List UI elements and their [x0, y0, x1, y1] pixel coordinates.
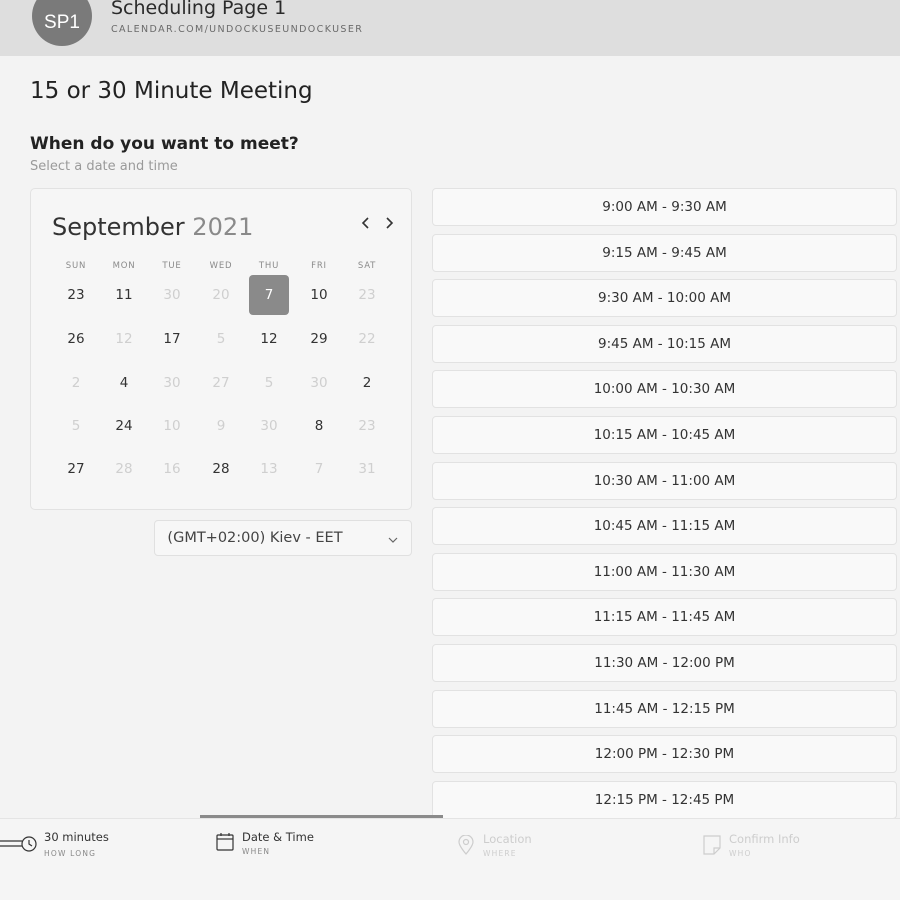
step-sublabel: HOW LONG	[44, 849, 97, 858]
time-slot-button[interactable]: 10:30 AM - 11:00 AM	[432, 461, 897, 500]
clock-icon	[0, 836, 37, 852]
time-slot-button[interactable]: 9:00 AM - 9:30 AM	[432, 188, 897, 226]
calendar-day: 30	[310, 375, 328, 391]
calendar-day: 12	[115, 331, 133, 347]
calendar-day: 31	[358, 461, 376, 477]
calendar-day[interactable]: 12	[249, 319, 289, 359]
weekday-header: WED	[209, 261, 233, 271]
calendar-year: 2021	[192, 213, 254, 241]
header-bar: SP1 Scheduling Page 1 CALENDAR.COM/UNDOC…	[0, 0, 900, 56]
step-sublabel: WHO	[729, 849, 752, 858]
chevron-left-icon[interactable]	[361, 215, 371, 235]
time-slot-button[interactable]: 12:00 PM - 12:30 PM	[432, 735, 897, 774]
calendar-month-year: September 2021	[52, 213, 253, 241]
calendar-day: 23	[358, 287, 376, 303]
calendar-day: 28	[115, 461, 133, 477]
time-slot-button[interactable]: 12:15 PM - 12:45 PM	[432, 780, 897, 819]
scheduling-page-url[interactable]: CALENDAR.COM/UNDOCKUSEUNDOCKUSER	[111, 24, 363, 35]
chevron-down-icon	[388, 537, 398, 543]
calendar-day: 9	[216, 418, 226, 434]
chevron-right-icon[interactable]	[384, 215, 394, 235]
weekday-header: THU	[258, 261, 280, 271]
weekday-header: SUN	[65, 261, 87, 271]
calendar-day: 5	[71, 418, 81, 434]
weekday-header: SAT	[357, 261, 377, 271]
step-footer	[0, 818, 900, 900]
weekday-header: FRI	[311, 261, 327, 271]
time-slot-button[interactable]: 9:15 AM - 9:45 AM	[432, 233, 897, 272]
calendar-day: 20	[212, 287, 230, 303]
time-slot-button[interactable]: 11:30 AM - 12:00 PM	[432, 644, 897, 682]
time-slot-button[interactable]: 10:00 AM - 10:30 AM	[432, 370, 897, 409]
calendar-day: 10	[163, 418, 181, 434]
calendar-day: 7	[314, 461, 324, 477]
time-slot-button[interactable]: 11:45 AM - 12:15 PM	[432, 689, 897, 728]
page-title: 15 or 30 Minute Meeting	[30, 78, 313, 104]
time-slot-button[interactable]: 11:15 AM - 11:45 AM	[432, 598, 897, 637]
calendar-day: 30	[260, 418, 278, 434]
time-slot-button[interactable]: 9:45 AM - 10:15 AM	[432, 324, 897, 363]
calendar-day[interactable]: 11	[104, 275, 144, 315]
time-slot-button[interactable]: 9:30 AM - 10:00 AM	[432, 279, 897, 318]
scheduling-page-title: Scheduling Page 1	[111, 0, 287, 19]
section-subtitle: Select a date and time	[30, 159, 178, 174]
calendar-day[interactable]: 27	[56, 449, 96, 489]
calendar-icon	[216, 833, 234, 851]
calendar-day: 30	[163, 287, 181, 303]
timezone-select[interactable]: (GMT+02:00) Kiev - EET	[154, 520, 412, 556]
weekday-header: TUE	[162, 261, 182, 271]
calendar-day: 2	[71, 375, 81, 391]
step-label: 30 minutes	[44, 830, 109, 844]
time-slot-button[interactable]: 10:15 AM - 10:45 AM	[432, 416, 897, 454]
calendar-day[interactable]: 26	[56, 319, 96, 359]
calendar-day: 5	[216, 331, 226, 347]
calendar-day: 5	[264, 375, 274, 391]
calendar-day[interactable]: 4	[104, 363, 144, 403]
calendar-day: 27	[212, 375, 230, 391]
time-slot-button[interactable]: 10:45 AM - 11:15 AM	[432, 507, 897, 546]
calendar-day[interactable]: 29	[299, 319, 339, 359]
step-label: Confirm Info	[729, 832, 800, 846]
calendar-day: 22	[358, 331, 376, 347]
calendar-day-selected[interactable]: 7	[249, 275, 289, 315]
step-sublabel: WHERE	[483, 849, 517, 858]
calendar-day[interactable]: 23	[56, 275, 96, 315]
section-question: When do you want to meet?	[30, 134, 299, 154]
calendar-day[interactable]: 2	[347, 363, 387, 403]
timezone-value: (GMT+02:00) Kiev - EET	[167, 530, 343, 546]
calendar-day[interactable]: 28	[201, 449, 241, 489]
step-sublabel: WHEN	[242, 847, 271, 856]
calendar-day[interactable]: 10	[299, 275, 339, 315]
avatar: SP1	[32, 0, 92, 46]
calendar-card: September 2021 SUN MON TUE WED THU FRI SAT 23 11…	[30, 188, 412, 510]
weekday-header: MON	[112, 261, 136, 271]
calendar-day: 13	[260, 461, 278, 477]
time-slot-button[interactable]: 11:00 AM - 11:30 AM	[432, 552, 897, 591]
calendar-month: September	[52, 213, 185, 241]
note-icon	[703, 835, 721, 855]
calendar-day[interactable]: 24	[104, 406, 144, 446]
location-pin-icon	[458, 835, 474, 855]
calendar-day: 30	[163, 375, 181, 391]
calendar-day: 23	[358, 418, 376, 434]
calendar-day: 16	[163, 461, 181, 477]
step-label: Date & Time	[242, 830, 314, 844]
calendar-day[interactable]: 17	[152, 319, 192, 359]
calendar-day[interactable]: 8	[299, 406, 339, 446]
active-step-indicator	[200, 815, 443, 818]
step-label: Location	[483, 832, 532, 846]
